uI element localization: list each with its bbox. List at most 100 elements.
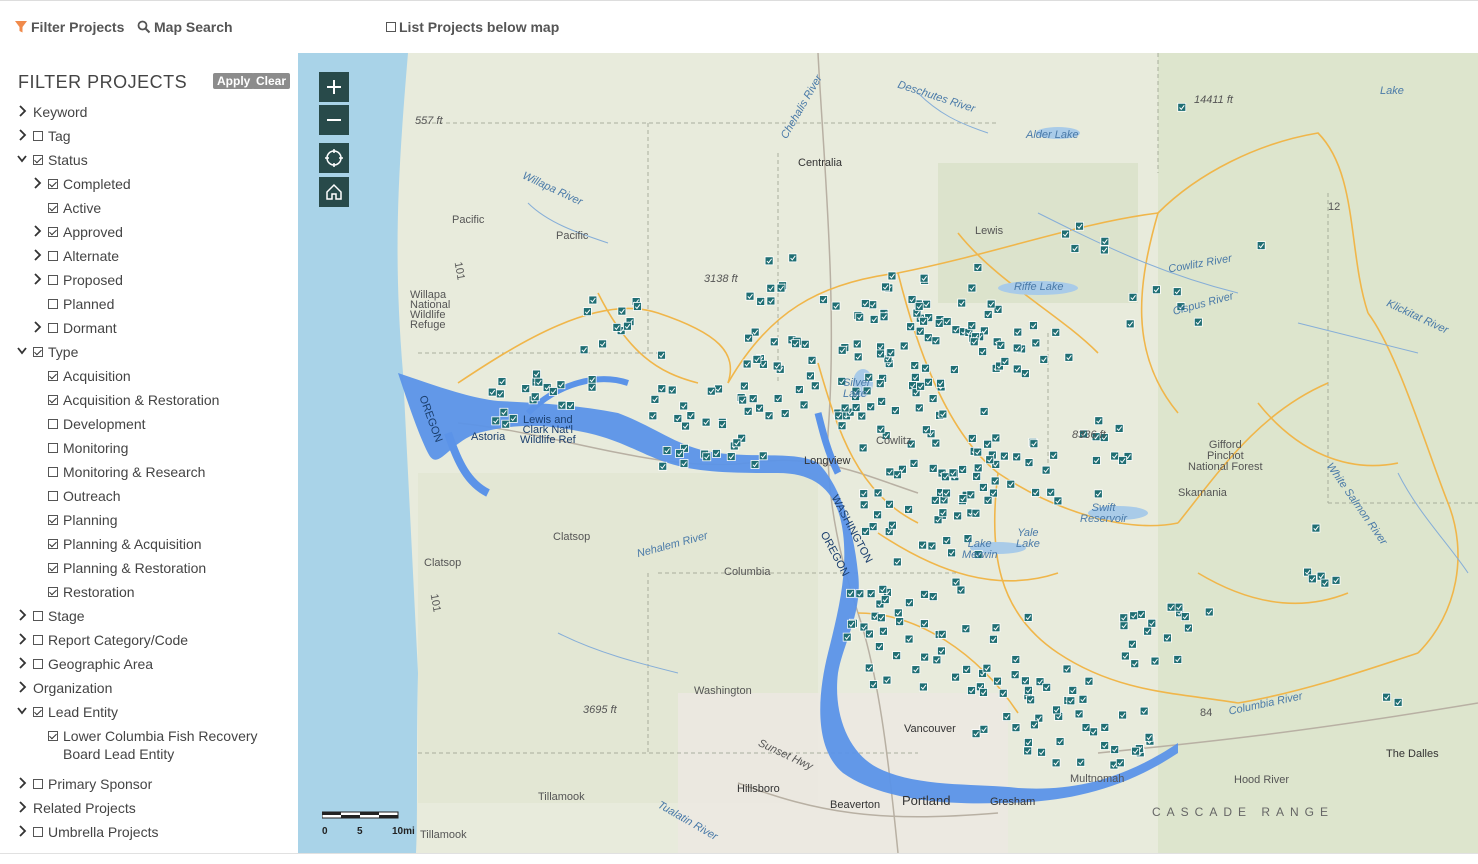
project-marker[interactable] <box>932 655 942 665</box>
project-marker[interactable] <box>1177 102 1187 112</box>
project-marker[interactable] <box>1331 575 1341 585</box>
project-marker[interactable] <box>1256 241 1266 250</box>
filter-item-completed[interactable]: Completed <box>0 172 298 196</box>
project-marker[interactable] <box>623 321 632 331</box>
project-marker[interactable] <box>1000 356 1010 366</box>
project-marker[interactable] <box>1092 456 1101 465</box>
project-marker[interactable] <box>1094 416 1104 426</box>
project-marker[interactable] <box>650 394 660 404</box>
project-marker[interactable] <box>1075 221 1084 231</box>
project-marker[interactable] <box>931 336 941 346</box>
project-marker[interactable] <box>1393 697 1403 707</box>
project-marker[interactable] <box>766 296 776 306</box>
project-marker[interactable] <box>780 409 790 418</box>
project-marker[interactable] <box>1089 727 1098 737</box>
project-marker[interactable] <box>633 302 642 311</box>
project-marker[interactable] <box>979 688 988 697</box>
project-marker[interactable] <box>967 434 977 443</box>
project-marker[interactable] <box>1078 694 1088 704</box>
filter-item-type[interactable]: Type <box>0 340 298 364</box>
apply-button[interactable]: Apply <box>213 73 255 89</box>
project-marker[interactable] <box>1070 244 1080 253</box>
project-marker[interactable] <box>993 676 1002 686</box>
project-marker[interactable] <box>904 598 914 608</box>
project-marker[interactable] <box>919 273 929 283</box>
filter-checkbox[interactable] <box>48 539 58 549</box>
project-marker[interactable] <box>1119 621 1129 631</box>
filter-checkbox[interactable] <box>33 155 43 165</box>
project-marker[interactable] <box>819 295 828 304</box>
filter-checkbox[interactable] <box>48 563 58 573</box>
project-marker[interactable] <box>1051 758 1061 768</box>
project-marker[interactable] <box>701 417 711 427</box>
project-marker[interactable] <box>904 505 913 514</box>
filter-item-keyword[interactable]: Keyword <box>0 100 298 124</box>
project-marker[interactable] <box>1320 578 1330 588</box>
project-marker[interactable] <box>1029 439 1039 449</box>
project-marker[interactable] <box>788 253 798 263</box>
filter-checkbox[interactable] <box>48 203 58 213</box>
project-marker[interactable] <box>904 634 914 644</box>
project-marker[interactable] <box>920 652 930 662</box>
project-marker[interactable] <box>752 354 762 364</box>
project-marker[interactable] <box>921 363 930 373</box>
project-marker[interactable] <box>998 688 1008 698</box>
project-marker[interactable] <box>1127 639 1137 649</box>
filter-item-acquisition[interactable]: Acquisition <box>0 364 298 388</box>
project-marker[interactable] <box>958 494 968 503</box>
project-marker[interactable] <box>923 333 933 343</box>
project-marker[interactable] <box>764 411 774 421</box>
filter-item-organization[interactable]: Organization <box>0 676 298 700</box>
filter-checkbox[interactable] <box>48 443 58 453</box>
project-marker[interactable] <box>679 459 689 468</box>
project-marker[interactable] <box>1031 338 1041 348</box>
project-marker[interactable] <box>1183 623 1193 633</box>
project-marker[interactable] <box>1084 676 1094 686</box>
filter-checkbox[interactable] <box>33 707 43 717</box>
chevron-right-icon[interactable] <box>32 248 42 262</box>
project-marker[interactable] <box>847 619 856 629</box>
project-marker[interactable] <box>881 282 890 292</box>
project-marker[interactable] <box>906 322 916 332</box>
project-marker[interactable] <box>1120 651 1130 661</box>
project-marker[interactable] <box>837 345 847 355</box>
project-marker[interactable] <box>1074 709 1084 719</box>
list-projects-toggle[interactable]: List Projects below map <box>386 19 559 35</box>
map-search-button[interactable]: Map Search <box>137 19 233 35</box>
project-marker[interactable] <box>1118 456 1127 465</box>
chevron-right-icon[interactable] <box>17 632 27 646</box>
project-marker[interactable] <box>953 511 963 521</box>
filter-item-outreach[interactable]: Outreach <box>0 484 298 508</box>
project-marker[interactable] <box>859 489 869 499</box>
filter-item-development[interactable]: Development <box>0 412 298 436</box>
project-marker[interactable] <box>876 613 886 623</box>
filter-item-lead-entity[interactable]: Lead Entity <box>0 700 298 724</box>
project-marker[interactable] <box>726 452 736 461</box>
project-marker[interactable] <box>799 400 809 410</box>
filter-item-active[interactable]: Active <box>0 196 298 220</box>
project-marker[interactable] <box>1031 488 1041 497</box>
project-marker[interactable] <box>1053 496 1063 506</box>
project-marker[interactable] <box>681 421 690 431</box>
project-marker[interactable] <box>530 392 540 402</box>
project-marker[interactable] <box>764 256 774 266</box>
chevron-right-icon[interactable] <box>32 272 42 286</box>
project-marker[interactable] <box>1006 479 1016 489</box>
filter-checkbox[interactable] <box>48 515 58 525</box>
project-marker[interactable] <box>534 377 544 387</box>
project-marker[interactable] <box>508 414 518 423</box>
list-projects-checkbox[interactable] <box>386 22 396 32</box>
chevron-right-icon[interactable] <box>17 104 27 118</box>
project-marker[interactable] <box>810 381 820 391</box>
project-marker[interactable] <box>805 371 815 381</box>
project-marker[interactable] <box>982 663 992 673</box>
project-marker[interactable] <box>1024 685 1033 695</box>
project-marker[interactable] <box>748 394 758 404</box>
project-marker[interactable] <box>914 301 924 311</box>
project-marker[interactable] <box>1166 602 1176 612</box>
project-marker[interactable] <box>714 384 723 394</box>
project-marker[interactable] <box>866 402 876 412</box>
project-marker[interactable] <box>914 403 924 413</box>
project-marker[interactable] <box>566 401 575 410</box>
filter-item-planning-restoration[interactable]: Planning & Restoration <box>0 556 298 580</box>
